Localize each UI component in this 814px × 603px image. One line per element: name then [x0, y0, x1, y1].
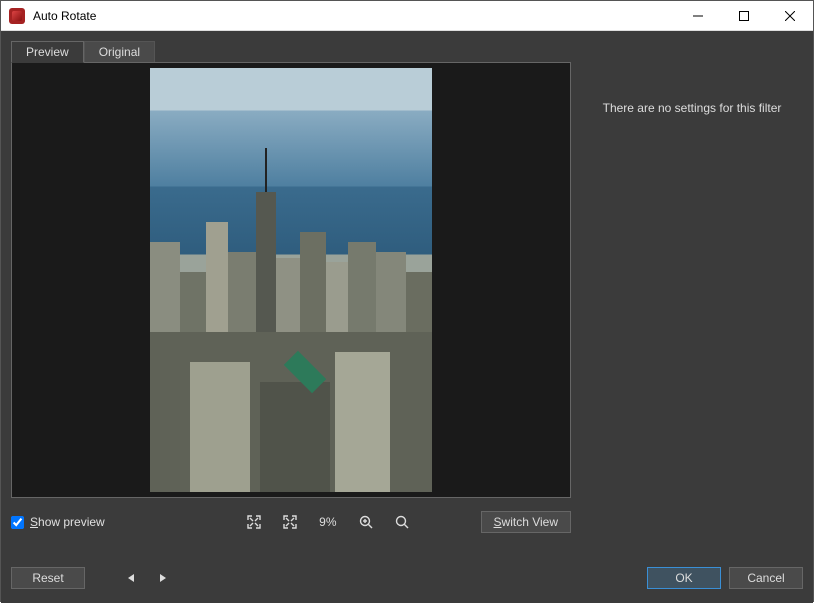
actual-size-icon[interactable]: [279, 511, 301, 533]
zoom-percent: 9%: [315, 515, 340, 529]
show-preview-checkbox[interactable]: Show preview: [11, 515, 105, 529]
tab-original[interactable]: Original: [84, 41, 155, 63]
show-preview-label: Show preview: [30, 515, 105, 529]
cancel-button[interactable]: Cancel: [729, 567, 803, 589]
zoom-out-icon[interactable]: [391, 511, 413, 533]
titlebar: Auto Rotate: [1, 1, 813, 31]
preview-image: [150, 68, 432, 492]
fit-to-window-icon[interactable]: [243, 511, 265, 533]
preview-frame: [11, 62, 571, 498]
preview-canvas[interactable]: [15, 66, 567, 494]
switch-view-button[interactable]: Switch View: [481, 511, 571, 533]
window-title: Auto Rotate: [33, 9, 96, 23]
maximize-button[interactable]: [721, 1, 767, 31]
reset-button[interactable]: Reset: [11, 567, 85, 589]
preview-tabs: Preview Original: [11, 41, 571, 63]
redo-button[interactable]: [151, 567, 173, 589]
tab-preview[interactable]: Preview: [11, 41, 84, 63]
close-button[interactable]: [767, 1, 813, 31]
ok-button[interactable]: OK: [647, 567, 721, 589]
zoom-in-icon[interactable]: [355, 511, 377, 533]
no-settings-message: There are no settings for this filter: [603, 101, 782, 115]
undo-button[interactable]: [121, 567, 143, 589]
show-preview-input[interactable]: [11, 516, 24, 529]
minimize-button[interactable]: [675, 1, 721, 31]
app-icon: [9, 8, 25, 24]
